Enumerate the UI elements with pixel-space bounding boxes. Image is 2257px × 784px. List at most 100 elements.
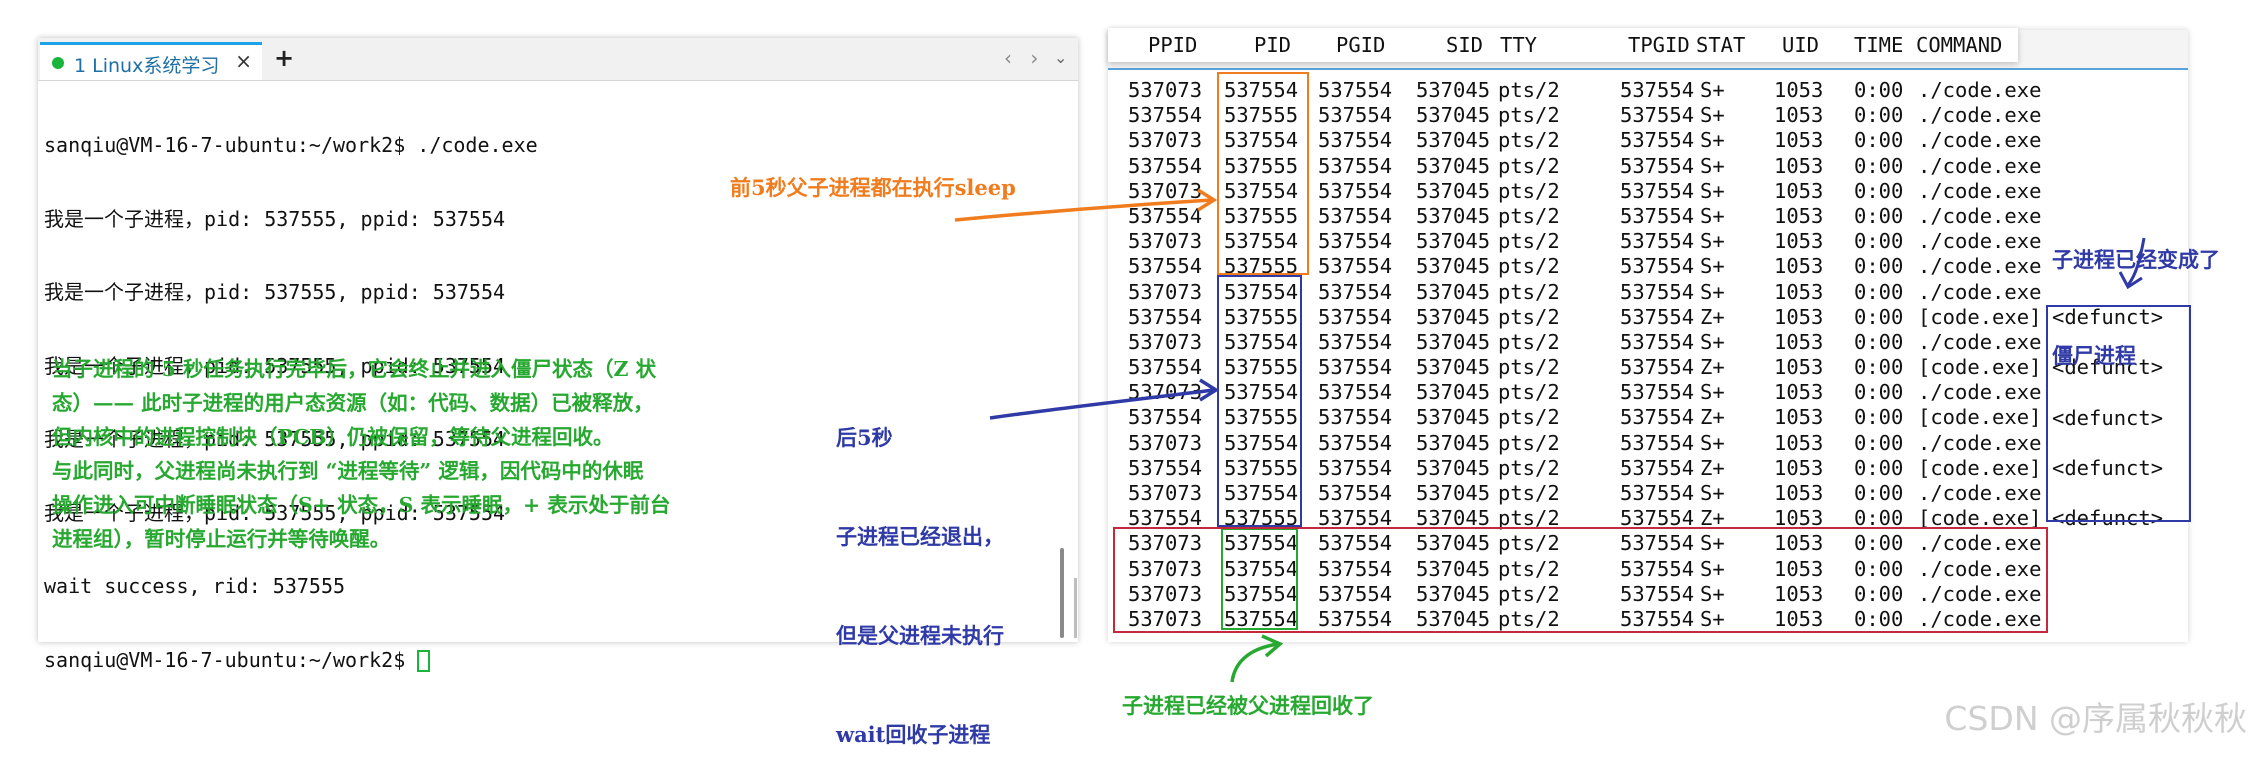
green-arrow-icon <box>1230 642 1279 683</box>
ps-cell: 537045 <box>1416 329 1491 354</box>
ps-cell: 537554 <box>1620 405 1695 430</box>
ps-cell: 537554 <box>1318 430 1393 455</box>
ps-cell: 537554 <box>1318 481 1393 505</box>
close-icon[interactable]: × <box>235 49 252 73</box>
ps-cell: 537554 <box>1620 178 1695 203</box>
ps-cell: S+ <box>1700 254 1725 279</box>
ps-cell: 0:00 <box>1854 481 1904 505</box>
chevron-down-icon[interactable]: ⌄ <box>1054 48 1067 67</box>
ps-cell: 0:00 <box>1854 203 1904 228</box>
ps-cell: 537554 <box>1128 103 1203 128</box>
ps-cell: pts/2 <box>1498 78 1560 102</box>
zombie-explanation-note: 当子进程的 5 秒任务执行完毕后，它会终止并进入僵尸状态（Z 状 态）—— 此时… <box>52 352 792 556</box>
zombie-annotation: 子进程已经变成了 僵尸进程 <box>2052 180 2220 404</box>
ps-cell: pts/2 <box>1498 481 1560 505</box>
ps-cell: 537045 <box>1416 78 1491 102</box>
ps-cell: 537554 <box>1318 178 1393 203</box>
ps-cell: 537045 <box>1416 203 1491 228</box>
note-line: 操作进入可中断睡眠状态（S+ 状态，S 表示睡眠，+ 表示处于前台 <box>52 493 671 517</box>
ps-cell: 537045 <box>1416 304 1491 329</box>
ps-cell: pts/2 <box>1498 405 1560 430</box>
ps-cell: 537045 <box>1416 178 1491 203</box>
terminal-cursor <box>417 650 431 672</box>
ps-cell: pts/2 <box>1498 329 1560 354</box>
ps-cell: S+ <box>1700 329 1725 354</box>
ps-cell: 537554 <box>1620 128 1695 153</box>
ps-cell: 537554 <box>1128 304 1203 329</box>
ps-cell: 1053 <box>1774 430 1824 455</box>
ps-cell: 537073 <box>1128 229 1203 254</box>
ps-header-cell: TTY <box>1500 33 1538 57</box>
terminal-line: sanqiu@VM-16-7-ubuntu:~/work2$ ./code.ex… <box>44 133 538 157</box>
ps-header-cell: PPID <box>1148 33 1198 57</box>
note-line: 当子进程的 5 秒任务执行完毕后，它会终止并进入僵尸状态（Z 状 <box>52 357 657 381</box>
ps-header-cell: TPGID <box>1628 33 1690 57</box>
ps-cell: 537554 <box>1318 304 1393 329</box>
ps-cell: pts/2 <box>1498 229 1560 254</box>
ps-cell: ./code.exe <box>1918 329 2042 354</box>
ps-header-cell: SID <box>1446 33 1484 57</box>
ps-cell: 1053 <box>1774 103 1824 128</box>
tab-linux-learning[interactable]: 1 Linux系统学习 × <box>40 42 262 80</box>
note-line: 与此同时，父进程尚未执行到 “进程等待” 逻辑，因代码中的休眠 <box>52 459 644 483</box>
ps-cell: 537045 <box>1416 128 1491 153</box>
ps-cell: 537073 <box>1128 78 1203 102</box>
new-tab-button[interactable]: + <box>274 44 294 72</box>
ps-cell: 537073 <box>1128 279 1203 304</box>
ps-cell: pts/2 <box>1498 279 1560 304</box>
annotation-line: 后5秒 <box>836 425 893 450</box>
ps-cell: 537073 <box>1128 178 1203 203</box>
ps-cell: 0:00 <box>1854 329 1904 354</box>
ps-cell: 537554 <box>1620 304 1695 329</box>
ps-cell: S+ <box>1700 103 1725 128</box>
ps-cell: 1053 <box>1774 254 1824 279</box>
ps-cell: 1053 <box>1774 153 1824 178</box>
ps-cell: S+ <box>1700 153 1725 178</box>
scrollbar-track <box>1074 578 1077 638</box>
after5-annotation: 后5秒 子进程已经退出， 但是父进程未执行 wait回收子进程 <box>836 355 1004 784</box>
ps-cell: 537554 <box>1128 254 1203 279</box>
ps-cell: 537073 <box>1128 430 1203 455</box>
tab-scroll-arrows-icon[interactable]: ‹ › <box>1004 46 1044 70</box>
ps-cell: 537554 <box>1128 203 1203 228</box>
ps-cell: 537045 <box>1416 279 1491 304</box>
tab-bar: 1 Linux系统学习 × + ‹ › ⌄ <box>38 38 1078 81</box>
ps-cell: 537073 <box>1128 481 1203 505</box>
ps-cell: 1053 <box>1774 355 1824 380</box>
scrollbar[interactable] <box>1060 548 1064 638</box>
terminal-line: wait success, rid: 537555 <box>44 574 346 598</box>
ps-cell: ./code.exe <box>1918 178 2042 203</box>
ps-cell: 0:00 <box>1854 103 1904 128</box>
ps-cell: 537073 <box>1128 380 1203 405</box>
ps-cell: 1053 <box>1774 178 1824 203</box>
ps-cell: 537554 <box>1620 279 1695 304</box>
ps-cell: 0:00 <box>1854 380 1904 405</box>
ps-cell: 537554 <box>1620 254 1695 279</box>
ps-cell: 537045 <box>1416 380 1491 405</box>
ps-cell: 537554 <box>1620 153 1695 178</box>
ps-cell: S+ <box>1700 78 1725 102</box>
ps-header-cell: COMMAND <box>1916 33 2003 57</box>
ps-cell: 537554 <box>1318 153 1393 178</box>
ps-cell: S+ <box>1700 128 1725 153</box>
ps-cell: 537045 <box>1416 430 1491 455</box>
ps-cell: ./code.exe <box>1918 203 2042 228</box>
pid-orange-box <box>1217 72 1309 275</box>
annotation-line: wait回收子进程 <box>836 722 991 747</box>
ps-cell: 1053 <box>1774 279 1824 304</box>
ps-cell: 537554 <box>1620 78 1695 102</box>
annotation-line: 僵尸进程 <box>2052 343 2136 368</box>
ps-cell: 537554 <box>1318 355 1393 380</box>
ps-cell: 0:00 <box>1854 229 1904 254</box>
ps-cell: 537554 <box>1128 455 1203 480</box>
ps-cell: 537554 <box>1128 355 1203 380</box>
ps-cell: 537554 <box>1128 153 1203 178</box>
ps-cell: 1053 <box>1774 304 1824 329</box>
ps-cell: 537554 <box>1620 229 1695 254</box>
ps-cell: 0:00 <box>1854 153 1904 178</box>
ps-cell: 537554 <box>1620 481 1695 505</box>
ps-cell: S+ <box>1700 279 1725 304</box>
ps-header-cell: UID <box>1782 33 1820 57</box>
ps-cell: 537045 <box>1416 254 1491 279</box>
ps-cell: 1053 <box>1774 78 1824 102</box>
